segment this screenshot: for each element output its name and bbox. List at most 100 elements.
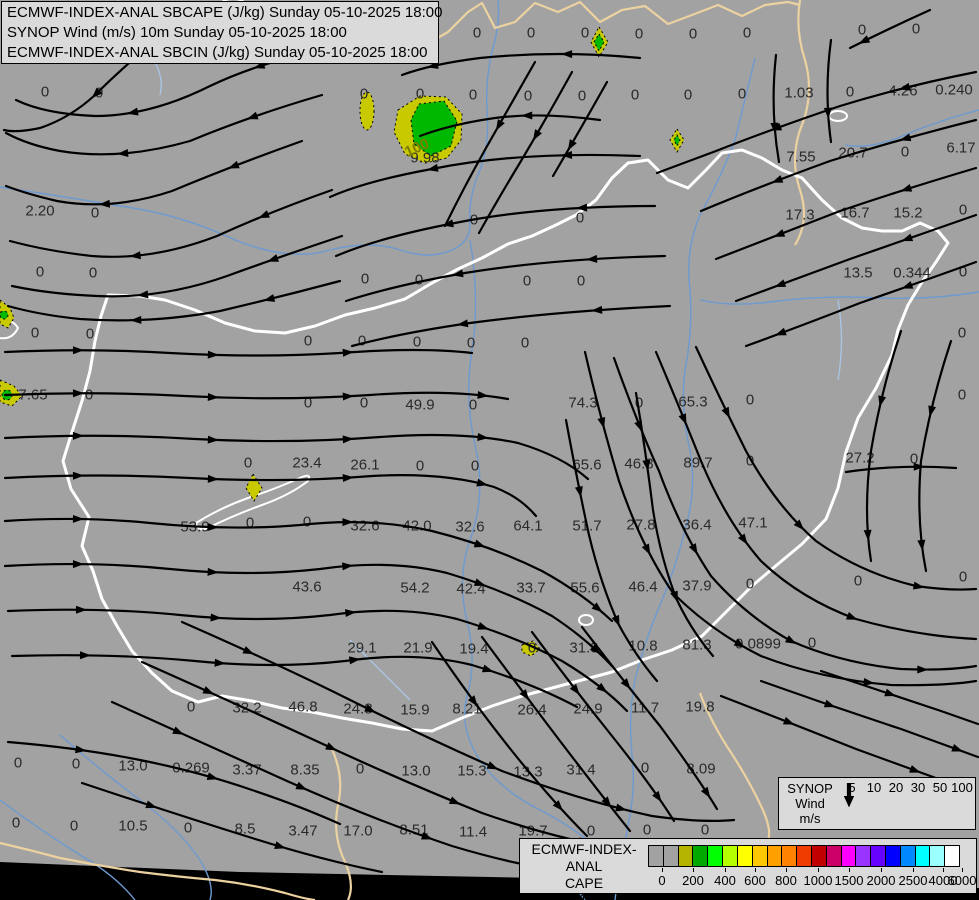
flow-arrowhead	[473, 539, 486, 548]
cape-tick-mark	[662, 868, 663, 872]
flow-arrowhead	[202, 686, 215, 695]
flow-arrowhead	[207, 567, 219, 576]
flow-arrowhead	[917, 539, 926, 552]
cape-color-cell	[841, 846, 857, 866]
cape-color-cell	[900, 846, 916, 866]
flow-arrowhead	[486, 761, 499, 770]
flow-arrowhead	[325, 742, 337, 751]
cape-color-cell	[826, 846, 842, 866]
cape-tick-mark	[962, 868, 963, 872]
flow-arrowhead	[117, 149, 129, 158]
flow-arrowhead	[823, 107, 832, 119]
cape-tick-mark	[725, 868, 726, 872]
wind-speed-label: 30	[910, 780, 926, 795]
cape-tick-label: 600	[744, 873, 766, 888]
wind-speed-column: 100	[844, 780, 973, 829]
flow-arrowhead	[242, 646, 255, 655]
flow-arrowhead	[344, 609, 357, 618]
flow-arrowhead	[72, 560, 84, 569]
flow-arrowhead	[207, 523, 219, 531]
flow-arrowhead	[207, 350, 219, 359]
title-box: ECMWF-INDEX-ANAL SBCAPE (J/kg) Sunday 05…	[1, 1, 442, 64]
flow-arrowhead	[700, 786, 711, 799]
flow-arrowhead	[72, 514, 84, 523]
flow-arrowhead	[477, 622, 490, 630]
flow-arrowhead	[79, 651, 91, 660]
cape-color-cell	[649, 846, 664, 866]
cape-tick-label: 200	[682, 873, 704, 888]
flow-arrowhead	[782, 716, 795, 725]
wind-speed-label: 50	[932, 780, 948, 795]
flow-arrowhead	[773, 229, 786, 237]
cape-tick-mark	[693, 868, 694, 872]
down-arrow-icon	[844, 783, 854, 807]
cape-tick-label: 2000	[866, 873, 896, 888]
cape-tick-mark	[913, 868, 914, 872]
flow-arrowhead	[567, 139, 577, 151]
wind-streamlines	[2, 8, 979, 875]
flow-arrowhead	[678, 413, 687, 425]
cape-legend-title: ECMWF-INDEX-ANAL CAPE J/kg	[520, 841, 648, 900]
flow-arrowhead	[917, 665, 929, 674]
cape-color-cell	[678, 846, 694, 866]
flow-arrowhead	[207, 435, 219, 444]
flow-arrowhead	[899, 133, 912, 142]
flow-arrowhead	[823, 699, 836, 708]
flow-arrowhead	[72, 471, 84, 480]
wind-legend-line3: m/s	[799, 811, 821, 826]
cape-tick-mark	[943, 868, 944, 872]
cape-tick-mark	[786, 868, 787, 872]
cape-color-cell	[737, 846, 753, 866]
flow-arrowhead	[597, 416, 606, 429]
cape-color-cell	[915, 846, 931, 866]
cape-tick-label: 800	[775, 873, 797, 888]
flow-arrowhead	[913, 462, 925, 471]
flow-arrowhead	[72, 431, 84, 440]
flow-arrowhead	[733, 638, 746, 648]
flow-arrowhead	[145, 800, 158, 809]
flow-arrowhead	[884, 688, 896, 697]
flow-arrowhead	[258, 210, 270, 219]
flow-arrowhead	[274, 841, 286, 849]
cape-color-cell	[767, 846, 783, 866]
flow-arrowhead	[342, 348, 354, 357]
flow-arrowhead	[448, 796, 461, 805]
cape-tick-mark	[818, 868, 819, 872]
flow-arrowhead	[561, 50, 573, 59]
cape-legend-line1: ECMWF-INDEX-ANAL	[531, 841, 637, 874]
cape-tick-mark	[755, 868, 756, 872]
flow-arrowhead	[227, 160, 240, 169]
title-line-wind: SYNOP Wind (m/s) 10m Sunday 05-10-2025 1…	[7, 24, 347, 41]
cape-legend-line3: J/kg	[571, 892, 597, 900]
cape-color-cell	[811, 846, 827, 866]
flow-arrowhead	[364, 704, 376, 713]
flow-arrowhead	[98, 199, 111, 208]
flow-arrowhead	[900, 184, 913, 192]
cape-tick-label: 2500	[898, 873, 928, 888]
cape-color-cell	[886, 846, 901, 866]
wind-speed-column: 20	[844, 780, 907, 829]
flow-arrowhead	[72, 346, 84, 355]
cape-color-cell	[752, 846, 768, 866]
flow-arrowhead	[207, 474, 219, 483]
cape-color-cell	[945, 846, 960, 866]
flow-arrowhead	[342, 474, 354, 482]
cape-color-cell	[693, 846, 709, 866]
flow-arrowhead	[845, 612, 858, 620]
cape-legend-box: ECMWF-INDEX-ANAL CAPE J/kg 0 200 400 600 800…	[519, 838, 977, 900]
flow-arrowhead	[342, 435, 354, 444]
cape-color-cell	[930, 846, 946, 866]
flow-arrowhead	[634, 420, 643, 432]
flow-arrowhead	[342, 392, 354, 401]
flow-arrowhead	[481, 664, 494, 673]
cape-color-cell	[663, 846, 679, 866]
flow-arrowhead	[495, 119, 505, 131]
flow-arrowhead	[721, 406, 730, 419]
flow-arrowhead	[246, 111, 259, 120]
cape-color-cell	[782, 846, 798, 866]
flow-arrowhead	[206, 772, 219, 781]
cape-tick-label: 1000	[803, 873, 833, 888]
flow-arrowhead	[591, 305, 603, 314]
cape-tick-label: 6000	[947, 873, 977, 888]
flow-arrowhead	[611, 614, 620, 627]
